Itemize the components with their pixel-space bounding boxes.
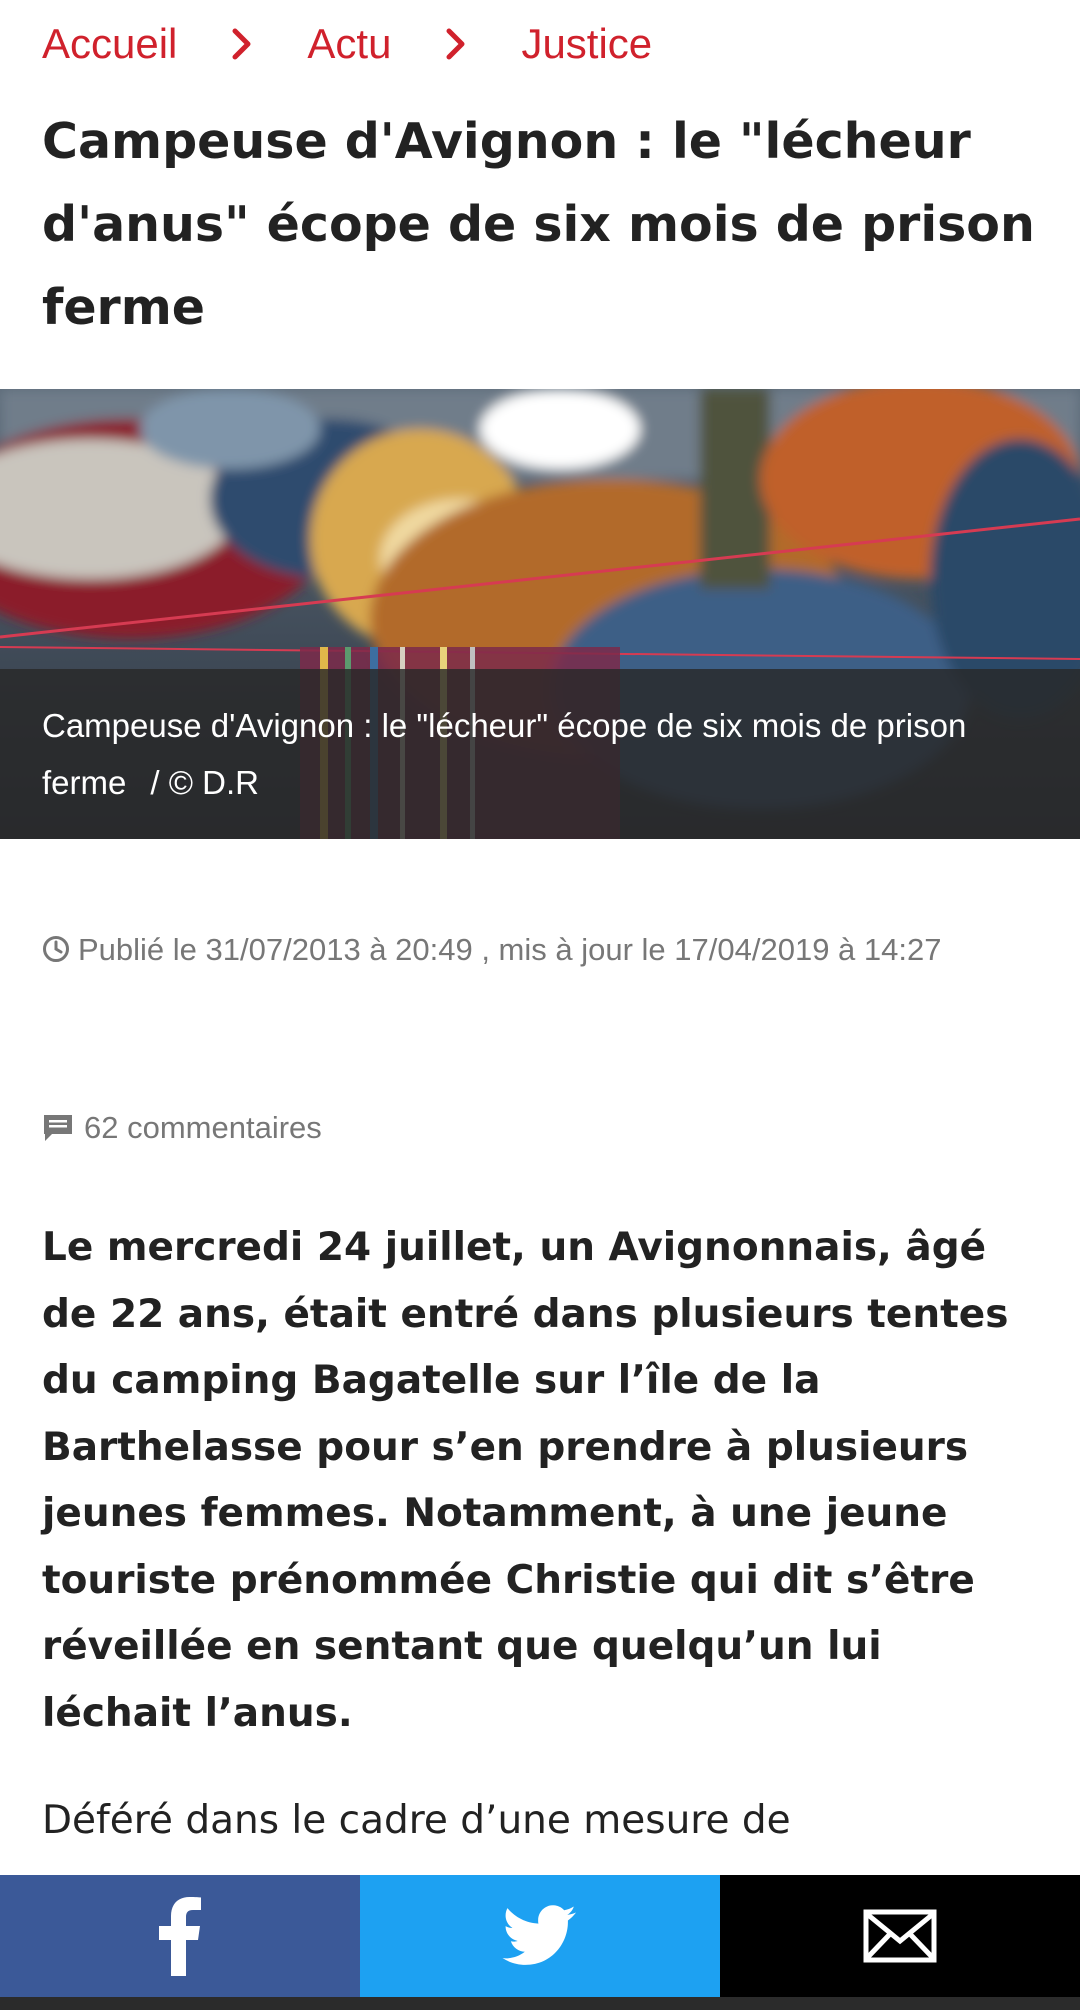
share-bar: [0, 1875, 1080, 1997]
comments-link[interactable]: 62 commentaires: [42, 1100, 1042, 1156]
comments-count: 62 commentaires: [84, 1110, 322, 1145]
comment-icon: [42, 1113, 74, 1143]
breadcrumb-item-accueil[interactable]: Accueil: [42, 20, 177, 68]
system-navigation-strip: [0, 1997, 1080, 2010]
chevron-right-icon: [177, 28, 307, 60]
article-paragraph: Déféré dans le cadre d’une mesure de: [42, 1798, 791, 1843]
twitter-icon: [502, 1905, 576, 1965]
clock-icon: [42, 903, 70, 1003]
share-twitter-button[interactable]: [360, 1875, 720, 1997]
article-title: Campeuse d'Avignon : le "lécheur d'anus"…: [42, 113, 1035, 336]
article-page: Accueil Actu Justice Campeuse d'Avignon …: [0, 0, 1080, 2010]
image-credit: / © D.R: [150, 764, 260, 801]
share-facebook-button[interactable]: [0, 1875, 360, 1997]
breadcrumb: Accueil Actu Justice: [42, 14, 652, 74]
chevron-right-icon: [391, 28, 521, 60]
mail-icon: [863, 1909, 937, 1963]
facebook-icon: [159, 1897, 201, 1976]
share-mail-button[interactable]: [720, 1875, 1080, 1997]
article-lead: Le mercredi 24 juillet, un Avignonnais, …: [42, 1225, 1009, 1736]
breadcrumb-item-actu[interactable]: Actu: [307, 20, 391, 68]
image-caption: Campeuse d'Avignon : le "lécheur" écope …: [0, 669, 1080, 839]
article-hero-image[interactable]: Campeuse d'Avignon : le "lécheur" écope …: [0, 389, 1080, 839]
publication-date: Publié le 31/07/2013 à 20:49 , mis à jou…: [78, 932, 942, 967]
publication-info: Publié le 31/07/2013 à 20:49 , mis à jou…: [42, 900, 1042, 1003]
breadcrumb-item-justice[interactable]: Justice: [521, 20, 652, 68]
